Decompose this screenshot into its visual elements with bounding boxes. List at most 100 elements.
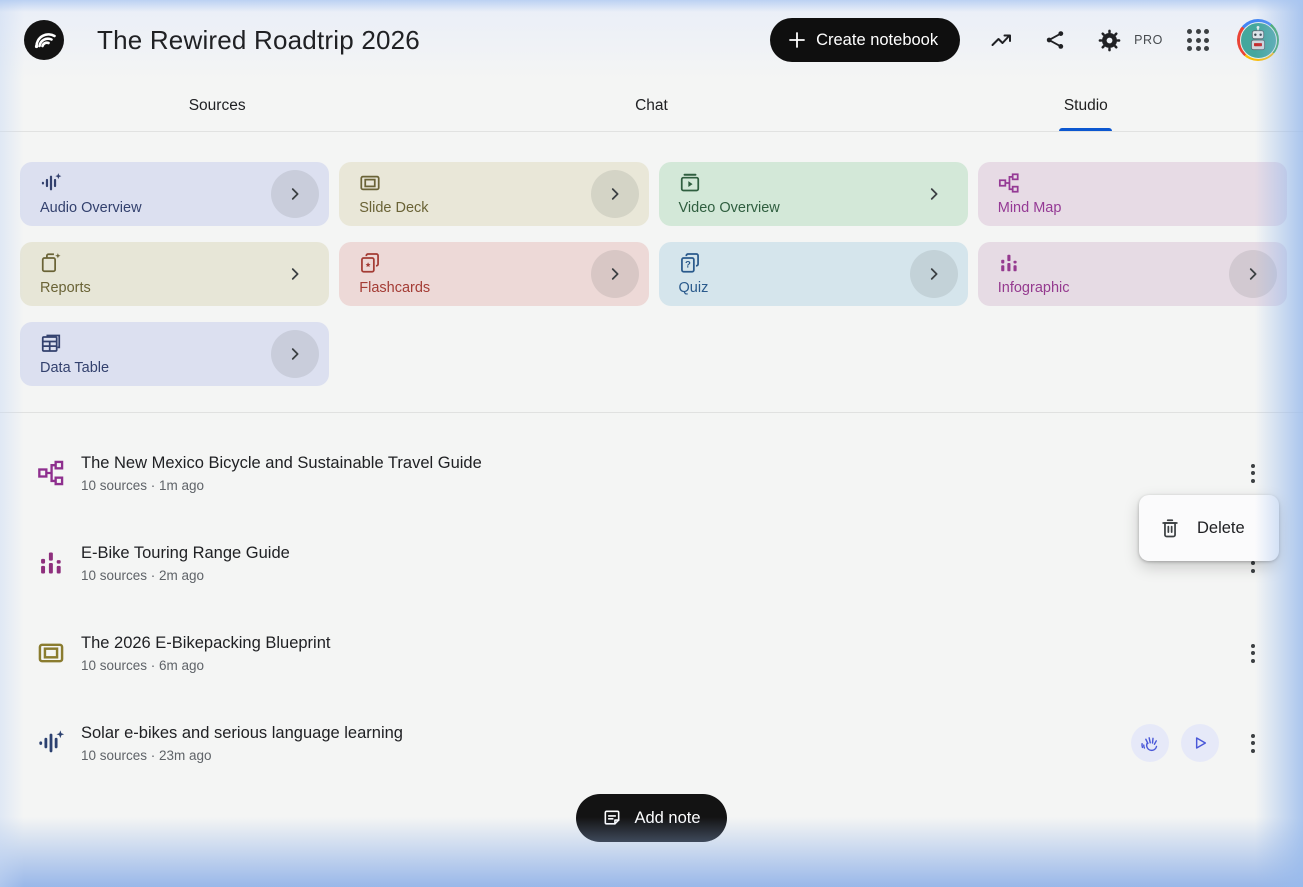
tab-chat-label: Chat (635, 96, 668, 114)
card-slide-deck[interactable]: Slide Deck (339, 162, 649, 226)
notebooklm-app: The Rewired Roadtrip 2026 Create noteboo… (0, 0, 1303, 887)
apps-grid-icon (1187, 29, 1209, 51)
card-mind-map[interactable]: Mind Map (977, 162, 1287, 226)
settings-gear-icon (1098, 29, 1120, 51)
card-infographic-open-button[interactable] (1229, 250, 1277, 298)
artifact-row-slide-deck[interactable]: The 2026 E-Bikepacking Blueprint 10 sour… (0, 608, 1303, 698)
data-table-icon (41, 334, 61, 352)
card-data-table-open-button[interactable] (271, 330, 320, 378)
studio-artifact-list: The New Mexico Bicycle and Sustainable T… (0, 413, 1303, 788)
tab-indicator (1059, 128, 1113, 131)
chevron-right-icon (292, 268, 299, 280)
pro-badge: PRO (1134, 33, 1163, 47)
artifact-menu-button[interactable] (1233, 723, 1273, 763)
slide-deck-icon (360, 175, 380, 191)
add-note-label: Add note (634, 808, 701, 827)
artifact-meta: 10 sources · 1m ago (81, 477, 205, 493)
tab-sources[interactable]: Sources (0, 80, 434, 131)
card-infographic[interactable]: Infographic (977, 242, 1287, 306)
artifact-title: The 2026 E-Bikepacking Blueprint (81, 633, 331, 652)
note-icon (605, 810, 620, 825)
card-video-overview-open-button[interactable] (910, 170, 958, 218)
interactive-hand-icon (1141, 737, 1158, 752)
chevron-right-icon (611, 188, 619, 200)
card-reports-open-button[interactable] (271, 250, 319, 298)
tab-chat[interactable]: Chat (434, 80, 868, 131)
card-audio-overview[interactable]: Audio Overview (20, 162, 330, 226)
trash-icon (1162, 519, 1178, 538)
analytics-button[interactable] (978, 18, 1024, 62)
chevron-right-icon (1249, 268, 1257, 280)
quiz-icon: ? (680, 253, 699, 273)
artifact-title: The New Mexico Bicycle and Sustainable T… (81, 453, 482, 472)
artifact-row-infographic[interactable]: E-Bike Touring Range Guide 10 sources · … (0, 518, 1303, 608)
artifact-text: Solar e-bikes and serious language learn… (81, 724, 403, 763)
mind-map-icon (38, 460, 64, 486)
card-video-overview[interactable]: Video Overview (658, 162, 968, 226)
card-quiz[interactable]: ? Quiz (658, 242, 968, 306)
artifact-row-mind-map[interactable]: The New Mexico Bicycle and Sustainable T… (0, 428, 1303, 518)
infographic-icon (41, 552, 61, 574)
chevron-right-icon (930, 188, 938, 200)
video-icon (680, 173, 699, 192)
create-notebook-button[interactable]: Create notebook (770, 18, 961, 62)
artifact-meta: 10 sources · 6m ago (81, 657, 205, 673)
settings-button[interactable] (1086, 18, 1132, 62)
card-flashcards-open-button[interactable] (590, 250, 639, 298)
share-button[interactable] (1032, 18, 1078, 62)
slide-deck-icon (38, 643, 64, 663)
artifact-text: The New Mexico Bicycle and Sustainable T… (81, 454, 482, 493)
artifact-menu-button[interactable] (1233, 453, 1273, 493)
notebooklm-logo[interactable] (24, 20, 64, 60)
app-header: The Rewired Roadtrip 2026 Create noteboo… (0, 0, 1303, 80)
card-flashcards[interactable]: Flashcards (339, 242, 649, 306)
context-menu: Delete (1139, 495, 1279, 561)
google-apps-button[interactable] (1175, 18, 1221, 62)
add-note-container: Add note (0, 788, 1303, 842)
avatar[interactable] (1237, 19, 1279, 61)
audio-waveform-icon (41, 173, 62, 191)
infographic-icon (1000, 254, 1017, 272)
play-button[interactable] (1181, 724, 1219, 762)
tab-studio-label: Studio (1063, 96, 1108, 114)
artifact-text: The 2026 E-Bikepacking Blueprint 10 sour… (81, 634, 330, 673)
audio-waveform-icon (39, 730, 65, 753)
menu-item-delete-label: Delete (1197, 518, 1245, 537)
notebook-title[interactable]: The Rewired Roadtrip 2026 (97, 25, 420, 56)
artifact-title: Solar e-bikes and serious language learn… (81, 723, 403, 742)
card-quiz-open-button[interactable] (909, 250, 958, 298)
chevron-right-icon (292, 188, 299, 200)
play-icon (1195, 737, 1207, 749)
add-note-button[interactable]: Add note (576, 794, 727, 842)
chevron-right-icon (292, 348, 299, 360)
card-label: Mind Map (997, 200, 1062, 216)
card-data-table[interactable]: Data Table (20, 322, 330, 386)
tab-studio[interactable]: Studio (869, 80, 1303, 131)
chevron-right-icon (930, 268, 938, 280)
artifact-menu-button[interactable] (1233, 633, 1273, 673)
menu-item-delete[interactable]: Delete (1139, 505, 1279, 551)
tab-sources-label: Sources (188, 96, 246, 114)
studio-cards-grid: Audio Overview Slide Deck Video Overview (0, 132, 1303, 388)
avatar-image (1239, 21, 1277, 59)
artifact-meta: 10 sources · 2m ago (81, 567, 205, 583)
header-actions: Create notebook PRO (770, 18, 1279, 62)
card-audio-overview-open-button[interactable] (271, 170, 320, 218)
chevron-right-icon (611, 268, 619, 280)
audio-controls (1131, 724, 1219, 762)
mind-map-icon (998, 173, 1019, 193)
artifact-row-audio[interactable]: Solar e-bikes and serious language learn… (0, 698, 1303, 788)
interactive-mode-button[interactable] (1131, 724, 1169, 762)
share-icon (1046, 31, 1064, 49)
card-slide-deck-open-button[interactable] (590, 170, 639, 218)
svg-text:?: ? (684, 260, 690, 271)
create-notebook-label: Create notebook (816, 30, 939, 49)
artifact-meta: 10 sources · 23m ago (81, 747, 212, 763)
main-tabs: Sources Chat Studio (0, 80, 1303, 132)
artifact-text: E-Bike Touring Range Guide 10 sources · … (81, 544, 290, 583)
trending-up-icon (991, 34, 1012, 46)
flashcards-icon (361, 253, 380, 273)
plus-icon (789, 32, 805, 48)
artifact-title: E-Bike Touring Range Guide (81, 543, 290, 562)
card-reports[interactable]: Reports (20, 242, 330, 306)
